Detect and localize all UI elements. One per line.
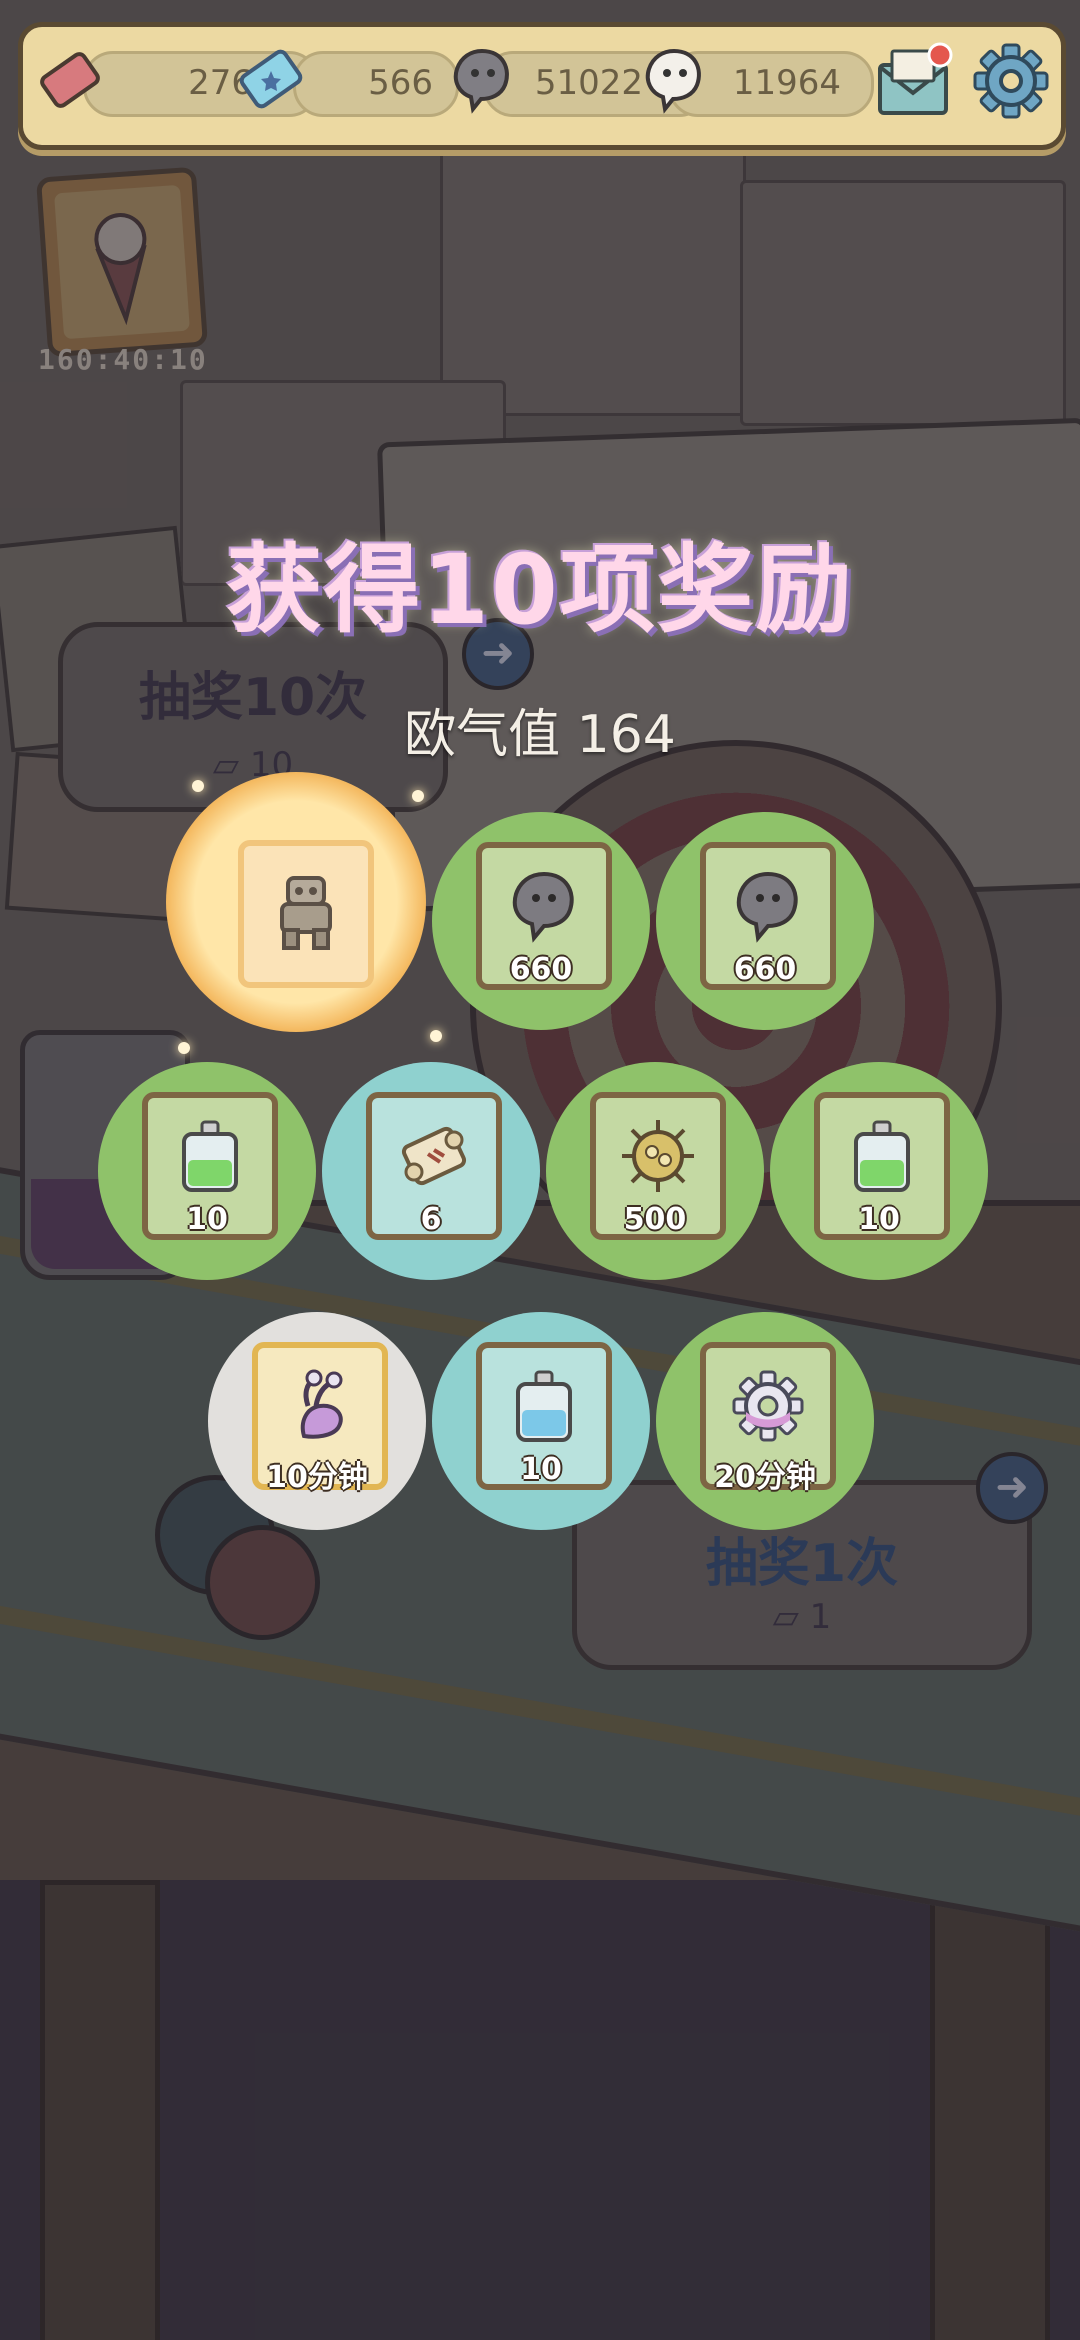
reward-amount: 6 — [420, 1202, 442, 1237]
currency-white-count: 11964 — [732, 63, 841, 103]
gray-blob-icon — [736, 871, 798, 943]
purple-snail-icon — [300, 1369, 343, 1439]
currency-red-ticket-count: 276 — [188, 63, 253, 103]
reward-amount: 500 — [623, 1202, 687, 1237]
luck-value-row: 欧气值 164 — [0, 692, 1080, 767]
currency-blue-ticket-count: 566 — [368, 63, 433, 103]
reward-item[interactable]: 500 — [546, 1062, 764, 1280]
luck-label: 欧气值 — [404, 705, 561, 765]
green-potion-icon — [182, 1120, 238, 1192]
virus-gear-icon — [622, 1120, 694, 1192]
ticket-blue-icon — [239, 49, 303, 109]
reward-amount: 660 — [509, 952, 573, 987]
top-currency-bar: 276 566 51022 11964 — [18, 22, 1066, 150]
reward-item[interactable]: 20分钟 — [656, 1312, 874, 1530]
reward-amount: 10 — [186, 1202, 228, 1237]
reward-amount: 10 — [858, 1202, 900, 1237]
gear-cog-icon — [732, 1370, 804, 1442]
reward-amount: 660 — [733, 952, 797, 987]
reward-amount: 20分钟 — [714, 1460, 816, 1495]
sparkle — [192, 780, 204, 792]
scroll-icon — [401, 1126, 467, 1186]
sparkle — [412, 790, 424, 802]
gear-icon[interactable] — [967, 37, 1055, 125]
currency-gray-count: 51022 — [534, 63, 643, 103]
reward-amount: 10分钟 — [266, 1460, 368, 1495]
stone-golem-icon — [280, 876, 332, 950]
blue-potion-icon — [516, 1370, 572, 1442]
luck-value: 164 — [576, 705, 676, 765]
gray-blob-icon — [453, 48, 509, 114]
reward-item[interactable]: 10分钟 — [208, 1312, 426, 1530]
ticket-red-icon — [40, 52, 100, 108]
green-potion-icon — [854, 1120, 910, 1192]
reward-item[interactable]: 660 — [656, 812, 874, 1030]
white-blob-icon — [645, 48, 701, 114]
reward-item[interactable]: 10 — [432, 1312, 650, 1530]
reward-item[interactable]: 10 — [770, 1062, 988, 1280]
reward-item[interactable]: 10 — [98, 1062, 316, 1280]
reward-title: 获得10项奖励 — [226, 534, 854, 646]
reward-item[interactable]: 6 — [322, 1062, 540, 1280]
sparkle — [430, 1030, 442, 1042]
reward-item[interactable]: 660 — [432, 812, 650, 1030]
reward-card — [238, 840, 374, 988]
reward-amount: 10 — [520, 1452, 562, 1487]
reward-item[interactable] — [166, 772, 426, 1032]
gray-blob-icon — [512, 871, 574, 943]
sparkle — [178, 1042, 190, 1054]
notification-dot — [927, 42, 953, 68]
mail-icon[interactable] — [866, 33, 962, 129]
